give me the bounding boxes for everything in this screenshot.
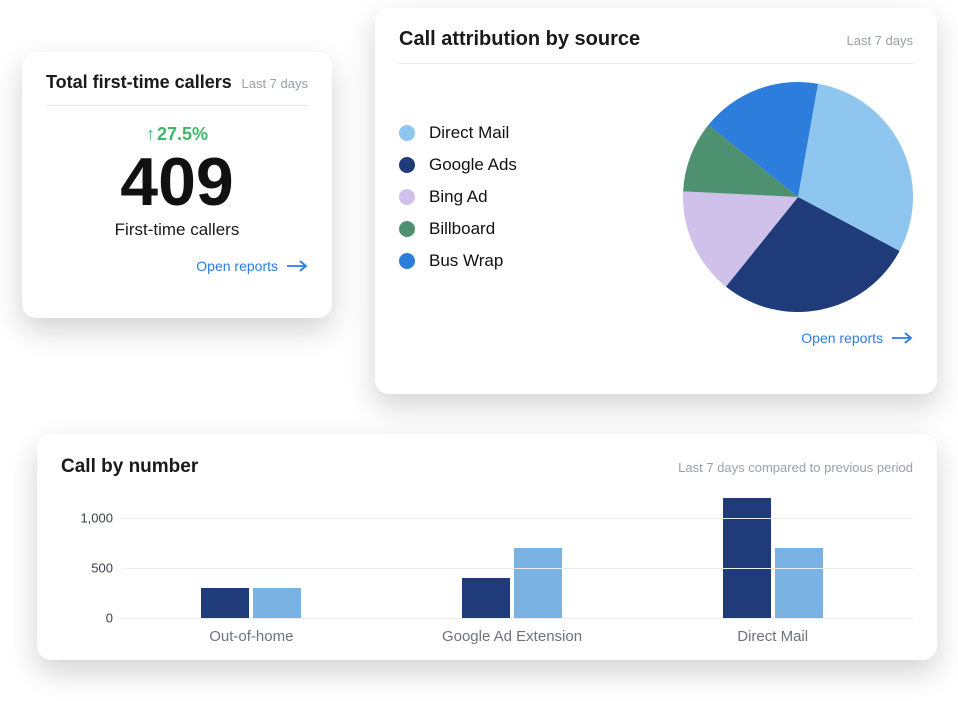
bar-group [462,548,562,618]
metric-body: ↑27.5% 409 First-time callers [46,124,308,240]
legend-swatch [399,221,415,237]
legend-item: Direct Mail [399,123,517,143]
pie-legend: Direct Mail Google Ads Bing Ad Billboard Bus… [399,111,517,283]
card-subtitle: Last 7 days [242,76,309,91]
legend-swatch [399,157,415,173]
legend-label: Direct Mail [429,123,509,143]
trend-percent: 27.5% [157,124,208,144]
legend-swatch [399,189,415,205]
open-reports-label: Open reports [196,258,278,274]
card-title: Call by number [61,456,198,478]
legend-item: Bing Ad [399,187,517,207]
legend-item: Google Ads [399,155,517,175]
legend-label: Bing Ad [429,187,488,207]
bar [201,588,249,618]
legend-item: Bus Wrap [399,251,517,271]
pie-chart-svg [683,82,913,312]
card-call-by-number: Call by number Last 7 days compared to p… [37,434,937,660]
bar [462,578,510,618]
y-tick-label: 500 [91,561,113,576]
card-total-first-time-callers: Total first-time callers Last 7 days ↑27… [22,52,332,318]
legend-label: Billboard [429,219,495,239]
card-subtitle: Last 7 days compared to previous period [678,460,913,475]
metric-value: 409 [46,147,308,218]
y-axis: 05001,000 [61,488,119,618]
card-call-attribution: Call attribution by source Last 7 days D… [375,8,937,394]
gridline [121,518,913,519]
bar-groups [121,488,903,618]
bar [514,548,562,618]
x-tick-label: Out-of-home [121,628,382,645]
card-subtitle: Last 7 days [847,33,914,48]
attribution-body: Direct Mail Google Ads Bing Ad Billboard Bus… [399,82,913,312]
card-title: Call attribution by source [399,28,640,51]
open-reports-link[interactable]: Open reports [399,330,913,346]
legend-swatch [399,125,415,141]
legend-item: Billboard [399,219,517,239]
bar-chart: 05001,000 [61,488,913,618]
arrow-up-icon: ↑ [146,124,155,145]
bar-group [201,588,301,618]
x-tick-label: Google Ad Extension [382,628,643,645]
card-header: Call by number Last 7 days compared to p… [61,456,913,484]
open-reports-link[interactable]: Open reports [46,258,308,274]
x-axis-labels: Out-of-homeGoogle Ad ExtensionDirect Mai… [61,628,913,645]
arrow-right-icon [891,332,913,344]
gridline [121,568,913,569]
legend-label: Bus Wrap [429,251,503,271]
legend-swatch [399,253,415,269]
gridline [121,618,913,619]
bar-group [723,498,823,618]
legend-label: Google Ads [429,155,517,175]
card-header: Total first-time callers Last 7 days [46,72,308,106]
bar [723,498,771,618]
bar [775,548,823,618]
x-tick-label: Direct Mail [642,628,903,645]
open-reports-label: Open reports [801,330,883,346]
pie-chart [683,82,913,312]
metric-label: First-time callers [46,220,308,240]
arrow-right-icon [286,260,308,272]
bar [253,588,301,618]
y-tick-label: 1,000 [80,511,113,526]
y-tick-label: 0 [106,611,113,626]
trend-indicator: ↑27.5% [46,124,308,145]
card-header: Call attribution by source Last 7 days [399,28,913,64]
card-title: Total first-time callers [46,72,232,93]
